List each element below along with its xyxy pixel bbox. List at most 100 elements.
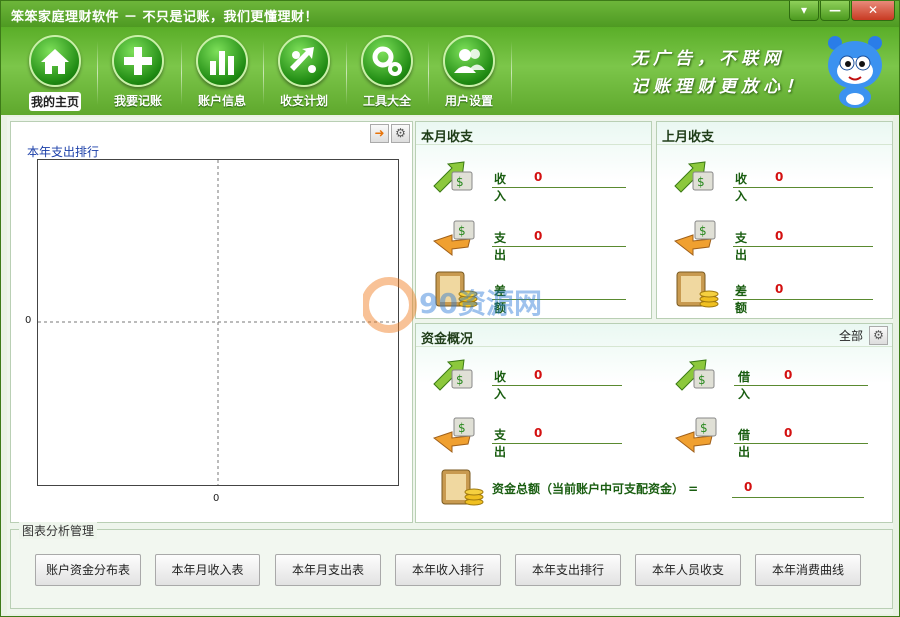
toolbar-user-settings-label: 用户设置	[444, 94, 493, 108]
monthly-expense-table-button[interactable]: 本年月支出表	[275, 554, 381, 586]
expense-value: 0	[534, 426, 543, 440]
all-accounts-button[interactable]: 全部 ⚙	[839, 326, 888, 345]
borrow-in-value: 0	[784, 368, 793, 382]
toolbar-add-record[interactable]: 我要记账	[98, 35, 178, 109]
expense-arrow-icon: $	[673, 220, 716, 257]
underline	[734, 443, 868, 444]
lend-out-value: 0	[784, 426, 793, 440]
mascot-icon	[825, 35, 885, 109]
underline	[733, 246, 873, 247]
income-value: 0	[534, 368, 543, 382]
toolbar-home-label: 我的主页	[28, 92, 81, 111]
svg-text:$: $	[697, 175, 705, 189]
underline	[492, 385, 622, 386]
watermark-text: 90资源网 90ziyuan.com	[419, 287, 543, 320]
total-funds-value: 0	[744, 480, 753, 494]
expense-ranking-button[interactable]: 本年支出排行	[515, 554, 621, 586]
total-funds-label: 资金总额（当前账户中可支配资金） =	[492, 482, 699, 496]
underline	[732, 497, 864, 498]
toolbar-account-info[interactable]: 账户信息	[182, 35, 262, 109]
chart-analysis-group: 图表分析管理 账户资金分布表 本年月收入表 本年月支出表 本年收入排行 本年支出…	[10, 522, 893, 609]
main-toolbar: 我的主页 我要记账 账户信息 收支计划 工具大全 用户设置 无广告，不联网 记账…	[1, 27, 899, 115]
chart-panel-icons: ➜ ⚙	[368, 124, 410, 143]
window-title: 笨笨家庭理财软件 － 不只是记账，我们更懂理财！	[11, 10, 319, 25]
balance-value: 0	[775, 282, 784, 296]
toolbar-separator	[511, 41, 512, 105]
last-month-title: 上月收支	[662, 130, 715, 145]
this-month-title: 本月收支	[421, 130, 474, 145]
toolbar-tools-label: 工具大全	[362, 94, 411, 108]
income-value: 0	[534, 170, 543, 184]
expense-arrow-icon: $	[432, 417, 475, 454]
underline	[492, 443, 622, 444]
divider	[657, 144, 892, 145]
slogan-line-1: 无广告，不联网	[631, 49, 785, 69]
member-income-expense-button[interactable]: 本年人员收支	[635, 554, 741, 586]
chart-plot-area	[37, 159, 399, 486]
toolbar-plan-label: 收支计划	[279, 94, 328, 108]
chart-title: 本年支出排行	[27, 145, 100, 159]
settings-gear-icon[interactable]: ⚙	[391, 124, 410, 143]
close-button[interactable]: ✕	[851, 1, 895, 21]
content-area: ➜ ⚙ 本年支出排行 0 0 本月收支 $ 收入 0 $ 支出 0 差额 上月收…	[7, 117, 893, 614]
chart-analysis-title: 图表分析管理	[19, 522, 98, 539]
plus-icon	[112, 35, 164, 87]
income-value: 0	[775, 170, 784, 184]
gears-icon	[361, 35, 413, 87]
underline	[492, 187, 626, 188]
chart-y-tick-label: 0	[25, 315, 32, 326]
menu-dropdown-button[interactable]: ▾	[789, 1, 819, 21]
toolbar-tools[interactable]: 工具大全	[347, 35, 427, 109]
expense-arrow-icon: $	[674, 417, 717, 454]
minimize-button[interactable]: —	[820, 1, 850, 21]
chart-svg	[38, 160, 398, 485]
toolbar-account-info-label: 账户信息	[197, 94, 246, 108]
expense-arrow-icon: $	[432, 220, 475, 257]
chart-panel: ➜ ⚙ 本年支出排行 0 0	[10, 121, 413, 523]
expense-value: 0	[775, 229, 784, 243]
toolbar-add-record-label: 我要记账	[113, 94, 162, 108]
exchange-arrows-icon	[278, 35, 330, 87]
divider	[416, 144, 651, 145]
svg-text:$: $	[458, 421, 466, 435]
income-arrow-icon: $	[433, 359, 473, 391]
divider	[416, 346, 892, 347]
all-label: 全部	[838, 329, 863, 343]
underline	[733, 187, 873, 188]
chart-x-tick-label: 0	[213, 493, 220, 504]
home-icon	[29, 35, 81, 87]
watermark-logo: 90资源网 90ziyuan.com	[363, 277, 543, 333]
consumption-curve-button[interactable]: 本年消费曲线	[755, 554, 861, 586]
coins-wallet-icon	[676, 271, 719, 308]
svg-text:$: $	[700, 421, 708, 435]
last-month-panel: 上月收支 $ 收入 0 $ 支出 0 差额 0	[656, 121, 893, 319]
income-arrow-icon: $	[433, 161, 473, 193]
underline	[492, 246, 626, 247]
slogan: 无广告，不联网 记账理财更放心！	[631, 45, 807, 101]
svg-text:$: $	[456, 373, 464, 387]
svg-text:$: $	[458, 224, 466, 238]
funds-total-row: 资金总额（当前账户中可支配资金） = 0	[436, 466, 886, 508]
underline	[733, 299, 873, 300]
monthly-income-table-button[interactable]: 本年月收入表	[155, 554, 260, 586]
account-fund-distribution-button[interactable]: 账户资金分布表	[35, 554, 141, 586]
slogan-line-2: 记账理财更放心！	[631, 77, 807, 97]
underline	[734, 385, 868, 386]
arrow-right-icon[interactable]: ➜	[370, 124, 389, 143]
toolbar-home[interactable]: 我的主页	[15, 35, 95, 111]
settings-gear-icon[interactable]: ⚙	[869, 326, 888, 345]
users-icon	[443, 35, 495, 87]
svg-text:$: $	[456, 175, 464, 189]
income-ranking-button[interactable]: 本年收入排行	[395, 554, 501, 586]
toolbar-user-settings[interactable]: 用户设置	[429, 35, 509, 109]
coins-wallet-icon	[441, 469, 484, 506]
app-window: 笨笨家庭理财软件 － 不只是记账，我们更懂理财！ ▾ — ✕ 我的主页 我要记账…	[0, 0, 900, 617]
income-arrow-icon: $	[675, 359, 715, 391]
window-controls: ▾ — ✕	[788, 1, 895, 21]
funds-panel: 资金概况 全部 ⚙ $ 收入 0 $ 支出 0 $ 借入 0 $ 借出 0 资金…	[415, 323, 893, 523]
svg-text:$: $	[698, 373, 706, 387]
toolbar-plan[interactable]: 收支计划	[264, 35, 344, 109]
income-arrow-icon: $	[674, 161, 714, 193]
bar-chart-icon	[196, 35, 248, 87]
svg-text:$: $	[699, 224, 707, 238]
